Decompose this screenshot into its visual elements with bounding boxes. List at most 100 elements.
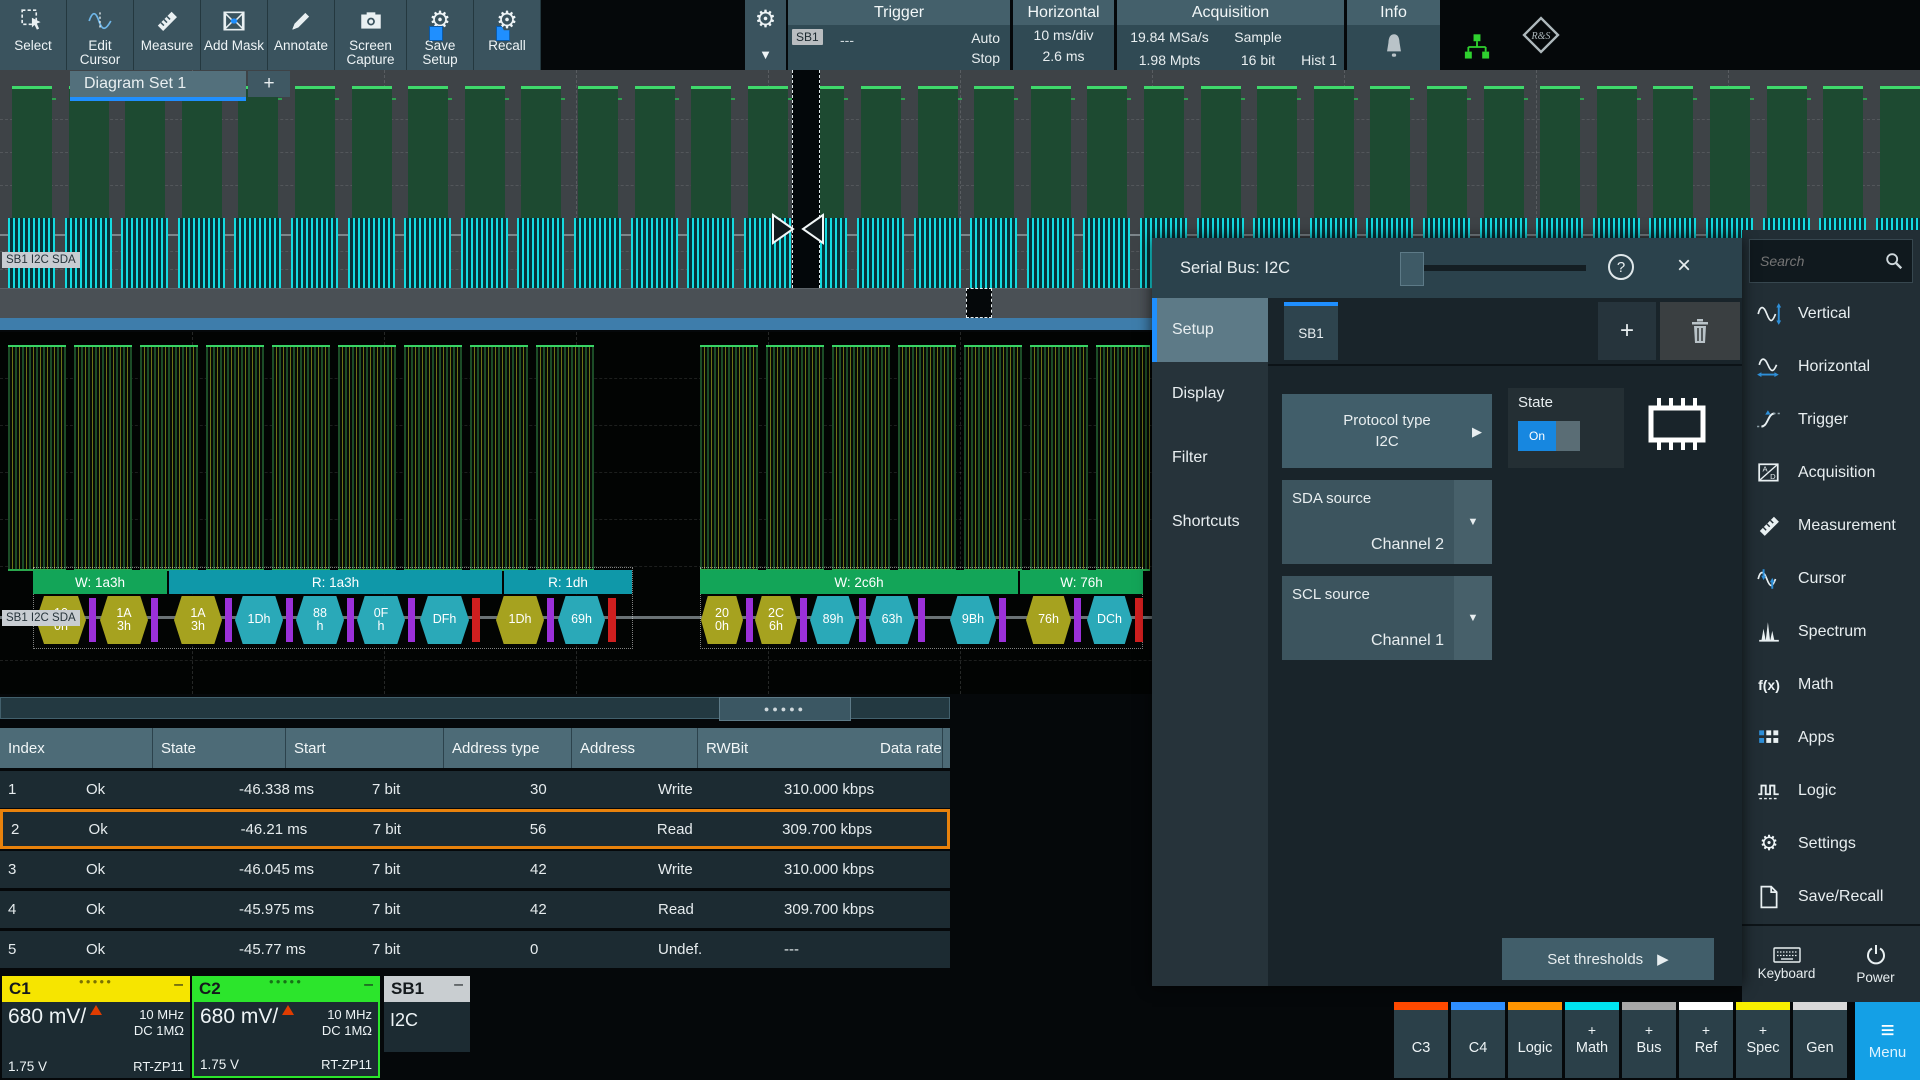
save-setup-button[interactable]: ⚙ Save Setup xyxy=(407,0,474,70)
add-diagram-tab-button[interactable]: + xyxy=(248,71,290,97)
trigger-condition: --- xyxy=(840,32,854,48)
table-row[interactable]: 2 Ok -46.21 ms 7 bit 56 Read 309.700 kbp… xyxy=(0,809,950,849)
sidebar-item-acquisition[interactable]: AD Acquisition xyxy=(1742,446,1920,499)
close-icon[interactable]: × xyxy=(1666,248,1702,284)
table-header-cell[interactable]: State xyxy=(153,728,286,768)
tab-setup[interactable]: Setup xyxy=(1152,298,1268,362)
tab-filter[interactable]: Filter xyxy=(1152,426,1268,490)
table-row[interactable]: 5 Ok -45.77 ms 7 bit 0 Undef. --- xyxy=(0,931,950,968)
sidebar-item-measurement[interactable]: Measurement xyxy=(1742,499,1920,552)
sidebar-item-apps[interactable]: Apps xyxy=(1742,711,1920,764)
minimize-channel-icon[interactable]: – xyxy=(364,976,373,994)
tab-shortcuts[interactable]: Shortcuts xyxy=(1152,490,1268,554)
search-box[interactable] xyxy=(1749,239,1913,283)
minimize-channel-icon[interactable]: – xyxy=(174,976,183,994)
toolbar-config-button[interactable]: ⚙ ▼ xyxy=(745,0,786,70)
tab-display[interactable]: Display xyxy=(1152,362,1268,426)
state-toggle[interactable]: On xyxy=(1518,421,1580,451)
table-header-cell[interactable]: Data rate xyxy=(872,728,943,768)
channel-activate-button[interactable]: + Math xyxy=(1565,1002,1619,1078)
sidebar-item-cursor[interactable]: Cursor xyxy=(1742,552,1920,605)
channel-badge-c1[interactable]: C1 ●●●●● – 680 mV/ 10 MHzDC 1MΩ 1.75 V R… xyxy=(2,976,190,1078)
info-status-section[interactable]: Info xyxy=(1347,0,1440,70)
table-row[interactable]: 4 Ok -45.975 ms 7 bit 42 Read 309.700 kb… xyxy=(0,891,950,928)
sidebar-item-vertical[interactable]: Vertical xyxy=(1742,287,1920,340)
cursor-icon xyxy=(1754,567,1784,591)
dialog-transparency-slider[interactable] xyxy=(1400,265,1586,271)
sidebar-item-save-recall[interactable]: Save/Recall xyxy=(1742,870,1920,923)
channel-badge-c2[interactable]: C2 ●●●●● – 680 mV/ 10 MHzDC 1MΩ 1.75 V R… xyxy=(192,976,380,1078)
menu-button[interactable]: ≡ Menu xyxy=(1855,1002,1920,1080)
channel-color-bar xyxy=(1508,1002,1562,1010)
edit-cursor-button[interactable]: Edit Cursor xyxy=(67,0,134,70)
table-header-cell[interactable]: RWBit xyxy=(698,728,872,768)
decode-byte: DCh xyxy=(1087,596,1132,644)
dialog-header[interactable]: Serial Bus: I2C ? × xyxy=(1152,238,1742,298)
table-header-cell[interactable]: Index xyxy=(0,728,153,768)
help-icon[interactable]: ? xyxy=(1608,254,1634,280)
sidebar-item-logic[interactable]: Logic xyxy=(1742,764,1920,817)
decode-frame: R: 1a3h xyxy=(169,570,502,594)
channel-activate-button[interactable]: + Spec xyxy=(1736,1002,1790,1078)
sidebar-item-spectrum[interactable]: Spectrum xyxy=(1742,605,1920,658)
math-icon: f(x) xyxy=(1754,677,1784,693)
bus-badge-sb1[interactable]: SB1 – I2C xyxy=(384,976,470,1052)
result-scrollbar-track[interactable]: ●●●●● xyxy=(0,697,950,719)
trigger-status-section[interactable]: Trigger SB1 --- Auto Stop xyxy=(788,0,1010,70)
signal-label-sb1-i2c-sda: SB1 I2C SDA xyxy=(2,252,80,268)
add-bus-button[interactable]: + xyxy=(1598,302,1656,360)
drag-handle-dots[interactable]: ●●●●● xyxy=(79,977,113,986)
chevron-down-icon: ▼ xyxy=(1454,576,1492,660)
table-header-cell[interactable]: Start xyxy=(286,728,444,768)
trigger-position-band[interactable] xyxy=(792,70,820,288)
add-mask-button[interactable]: Add Mask xyxy=(201,0,268,70)
channel-activate-button[interactable]: Logic xyxy=(1508,1002,1562,1078)
screen-capture-button[interactable]: Screen Capture xyxy=(335,0,407,70)
channel-color-bar xyxy=(1451,1002,1505,1010)
acquisition-icon: AD xyxy=(1754,461,1784,485)
sidebar-item-trigger[interactable]: Trigger xyxy=(1742,393,1920,446)
protocol-type-button[interactable]: Protocol type I2C ▶ xyxy=(1282,394,1492,468)
annotate-icon xyxy=(288,3,314,39)
select-button[interactable]: Select xyxy=(0,0,67,70)
sidebar-item-settings[interactable]: ⚙ Settings xyxy=(1742,817,1920,870)
horizontal-status-section[interactable]: Horizontal 10 ms/div 2.6 ms xyxy=(1013,0,1114,70)
table-row[interactable]: 3 Ok -46.045 ms 7 bit 42 Write 310.000 k… xyxy=(0,851,950,888)
channel-activate-button[interactable]: + Bus xyxy=(1622,1002,1676,1078)
search-input[interactable] xyxy=(1758,252,1884,270)
decode-byte: 88 h xyxy=(296,596,344,644)
sidebar-item-horizontal[interactable]: Horizontal xyxy=(1742,340,1920,393)
dialog-slider-handle[interactable] xyxy=(1400,252,1424,286)
annotate-button[interactable]: Annotate xyxy=(268,0,335,70)
drag-handle-dots[interactable]: ●●●●● xyxy=(269,977,303,986)
trigger-source-badge: SB1 xyxy=(792,29,823,45)
trigger-position-marker[interactable] xyxy=(770,212,826,246)
trigger-icon xyxy=(1754,408,1784,432)
scl-source-dropdown[interactable]: SCL source Channel 1 ▼ xyxy=(1282,576,1492,660)
delete-bus-button[interactable] xyxy=(1660,302,1740,360)
decode-byte xyxy=(225,598,232,642)
result-scrollbar-handle[interactable]: ●●●●● xyxy=(719,697,851,721)
channel-activate-button[interactable]: + Ref xyxy=(1679,1002,1733,1078)
tab-diagram-set-1[interactable]: Diagram Set 1 xyxy=(70,71,246,101)
acquisition-status-section[interactable]: Acquisition 19.84 MSa/s Sample 1.98 Mpts… xyxy=(1117,0,1344,70)
table-header-cell[interactable]: Address xyxy=(572,728,698,768)
timebase-scale: 10 ms/div xyxy=(1013,25,1114,46)
channel-activate-button[interactable]: Gen xyxy=(1793,1002,1847,1078)
sda-source-dropdown[interactable]: SDA source Channel 2 ▼ xyxy=(1282,480,1492,564)
keyboard-button[interactable]: Keyboard xyxy=(1742,926,1831,1002)
minimize-channel-icon[interactable]: – xyxy=(454,976,463,994)
table-row[interactable]: 1 Ok -46.338 ms 7 bit 30 Write 310.000 k… xyxy=(0,771,950,808)
measure-button[interactable]: Measure xyxy=(134,0,201,70)
screen-capture-icon xyxy=(358,3,384,39)
channel-activate-button[interactable]: C3 xyxy=(1394,1002,1448,1078)
tab-sb1[interactable]: SB1 xyxy=(1284,302,1338,360)
recall-button[interactable]: ⚙ Recall xyxy=(474,0,541,70)
table-header-cell[interactable]: Address type xyxy=(444,728,572,768)
channel-activate-button[interactable]: C4 xyxy=(1451,1002,1505,1078)
set-thresholds-button[interactable]: Set thresholds ▶ xyxy=(1502,938,1714,980)
sidebar-item-math[interactable]: f(x) Math xyxy=(1742,658,1920,711)
power-button[interactable]: Power xyxy=(1831,926,1920,1002)
zoom-window-indicator[interactable] xyxy=(966,288,992,318)
network-status-icon[interactable] xyxy=(1463,32,1491,62)
